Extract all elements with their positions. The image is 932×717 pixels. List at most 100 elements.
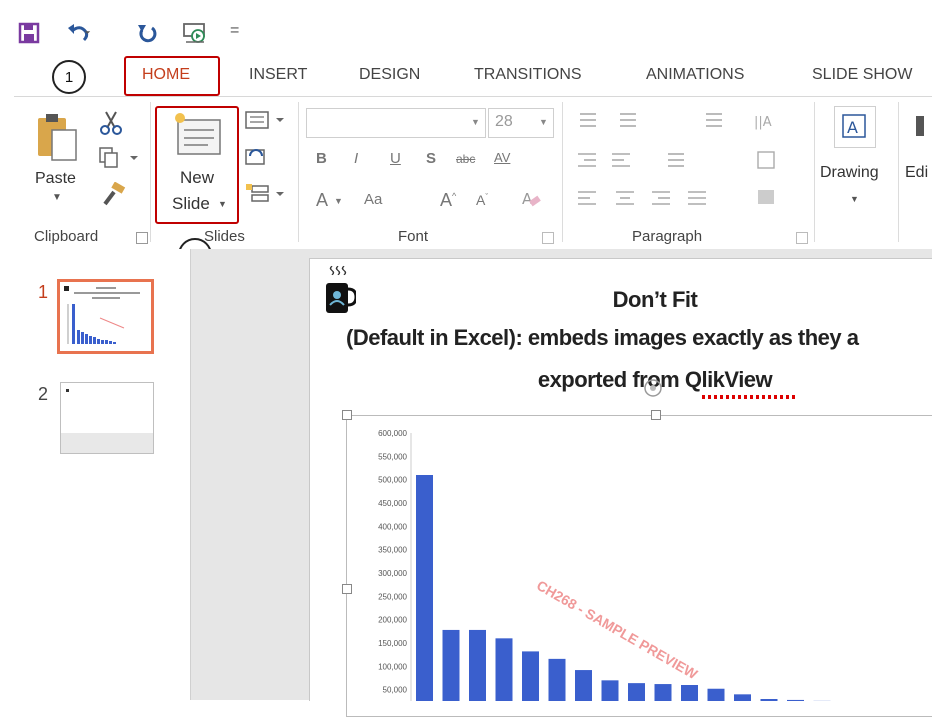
font-size-value: 28 <box>495 113 513 131</box>
grow-font-icon[interactable]: A^ <box>440 190 456 211</box>
underline-button[interactable]: U <box>390 150 401 167</box>
divider <box>150 102 151 242</box>
editing-label[interactable]: Edi <box>905 164 928 182</box>
callout-step-1: 1 <box>52 60 86 94</box>
y-tick-label: 400,000 <box>378 522 407 531</box>
rotate-handle-icon[interactable] <box>642 377 664 399</box>
chart-bar <box>708 689 725 701</box>
chart-bar <box>469 630 486 701</box>
y-tick-label: 150,000 <box>378 639 407 648</box>
y-tick-label: 100,000 <box>378 662 407 671</box>
chart-bar <box>443 630 460 701</box>
divider <box>562 102 563 242</box>
font-name-dropdown-icon[interactable]: ▼ <box>471 117 480 127</box>
y-tick-label: 200,000 <box>378 616 407 625</box>
quick-access-toolbar: = <box>0 0 932 62</box>
y-tick-label: 600,000 <box>378 429 407 438</box>
chart-bar <box>734 694 751 701</box>
drawing-icon[interactable]: A <box>834 106 876 148</box>
paste-label[interactable]: Paste <box>35 170 76 188</box>
chart-bar <box>496 638 513 701</box>
font-size-dropdown-icon[interactable]: ▼ <box>539 117 548 127</box>
reset-icon[interactable] <box>244 146 270 168</box>
slides-group-label: Slides <box>204 228 245 245</box>
change-case-button[interactable]: Aa <box>364 191 382 208</box>
paste-dropdown-icon[interactable]: ▼ <box>52 192 62 203</box>
slide-thumbnail-2[interactable] <box>60 382 154 454</box>
divider <box>898 102 899 242</box>
clipboard-launcher-icon[interactable] <box>136 232 148 244</box>
chart-bar <box>628 683 645 701</box>
italic-button[interactable]: I <box>354 150 358 167</box>
svg-text:A: A <box>522 190 533 208</box>
home-tab-highlight <box>124 56 220 96</box>
font-launcher-icon[interactable] <box>542 232 554 244</box>
format-painter-icon[interactable] <box>100 182 126 206</box>
slide-subtitle-line-2: exported from QlikView <box>310 367 932 393</box>
y-tick-label: 500,000 <box>378 476 407 485</box>
chart-bar <box>655 684 672 701</box>
thumbnail-footer-bar <box>61 433 153 453</box>
bold-button[interactable]: B <box>316 150 327 167</box>
tab-insert[interactable]: INSERT <box>249 66 307 84</box>
slide-thumbnail-1[interactable] <box>57 279 154 354</box>
start-from-beginning-icon[interactable] <box>182 22 210 44</box>
font-name-box[interactable]: ▼ <box>306 108 486 138</box>
thumbnail-number: 1 <box>38 282 48 303</box>
new-slide-highlight <box>155 106 239 224</box>
slide-title: Don’t Fit <box>310 287 932 313</box>
embedded-bar-chart[interactable]: 600,000550,000500,000450,000400,000350,0… <box>350 421 932 701</box>
chart-bar <box>787 700 804 701</box>
spellcheck-underline <box>702 395 798 399</box>
copy-icon[interactable] <box>98 146 138 170</box>
drawing-label[interactable]: Drawing <box>820 164 879 182</box>
editing-icon[interactable] <box>912 112 930 142</box>
save-icon[interactable] <box>18 22 40 44</box>
chart-bar <box>416 475 433 701</box>
paragraph-group-label: Paragraph <box>632 228 702 245</box>
chart-bar <box>681 685 698 701</box>
svg-text:A: A <box>847 118 858 137</box>
clipboard-group-label: Clipboard <box>34 228 98 245</box>
resize-handle[interactable] <box>651 410 661 420</box>
y-tick-label: 50,000 <box>383 686 408 695</box>
redo-icon[interactable] <box>136 22 158 44</box>
chart-bar <box>549 659 566 701</box>
paragraph-launcher-icon[interactable] <box>796 232 808 244</box>
cut-icon[interactable] <box>98 110 124 136</box>
character-spacing-button[interactable]: AV <box>494 150 510 165</box>
paste-icon[interactable] <box>36 112 80 162</box>
layout-icon[interactable] <box>244 110 284 132</box>
tab-design[interactable]: DESIGN <box>359 66 420 84</box>
divider <box>814 102 815 242</box>
y-tick-label: 550,000 <box>378 452 407 461</box>
drawing-dropdown-icon[interactable]: ▼ <box>850 194 859 204</box>
strikethrough-button[interactable]: abc <box>456 152 475 166</box>
tab-slide-show[interactable]: SLIDE SHOW <box>812 66 912 84</box>
slide-canvas: Don’t Fit (Default in Excel): embeds ima… <box>309 258 932 701</box>
chart-bar <box>761 699 778 701</box>
font-color-dropdown-icon[interactable]: ▼ <box>334 196 343 206</box>
thumbnail-bullet <box>66 389 69 392</box>
undo-icon[interactable] <box>66 22 94 44</box>
shrink-font-icon[interactable]: Aˇ <box>476 192 488 208</box>
paragraph-tools: ||A <box>572 108 812 218</box>
customize-toolbar-icon[interactable]: = <box>230 22 239 40</box>
tab-animations[interactable]: ANIMATIONS <box>646 66 744 84</box>
resize-handle[interactable] <box>342 410 352 420</box>
tab-transitions[interactable]: TRANSITIONS <box>474 66 582 84</box>
y-tick-label: 300,000 <box>378 569 407 578</box>
text-shadow-button[interactable]: S <box>426 150 436 167</box>
chart-bar <box>522 651 539 701</box>
y-tick-label: 250,000 <box>378 592 407 601</box>
font-color-icon[interactable]: A <box>316 190 328 211</box>
slide-subtitle-line-1: (Default in Excel): embeds images exactl… <box>346 325 932 351</box>
section-icon[interactable] <box>244 182 284 206</box>
svg-text:||A: ||A <box>754 115 772 130</box>
thumbnail-number: 2 <box>38 384 48 405</box>
chart-bar <box>602 680 619 701</box>
font-group-label: Font <box>398 228 428 245</box>
y-tick-label: 450,000 <box>378 499 407 508</box>
font-size-box[interactable]: 28 ▼ <box>488 108 554 138</box>
clear-formatting-icon[interactable]: A <box>520 188 542 210</box>
